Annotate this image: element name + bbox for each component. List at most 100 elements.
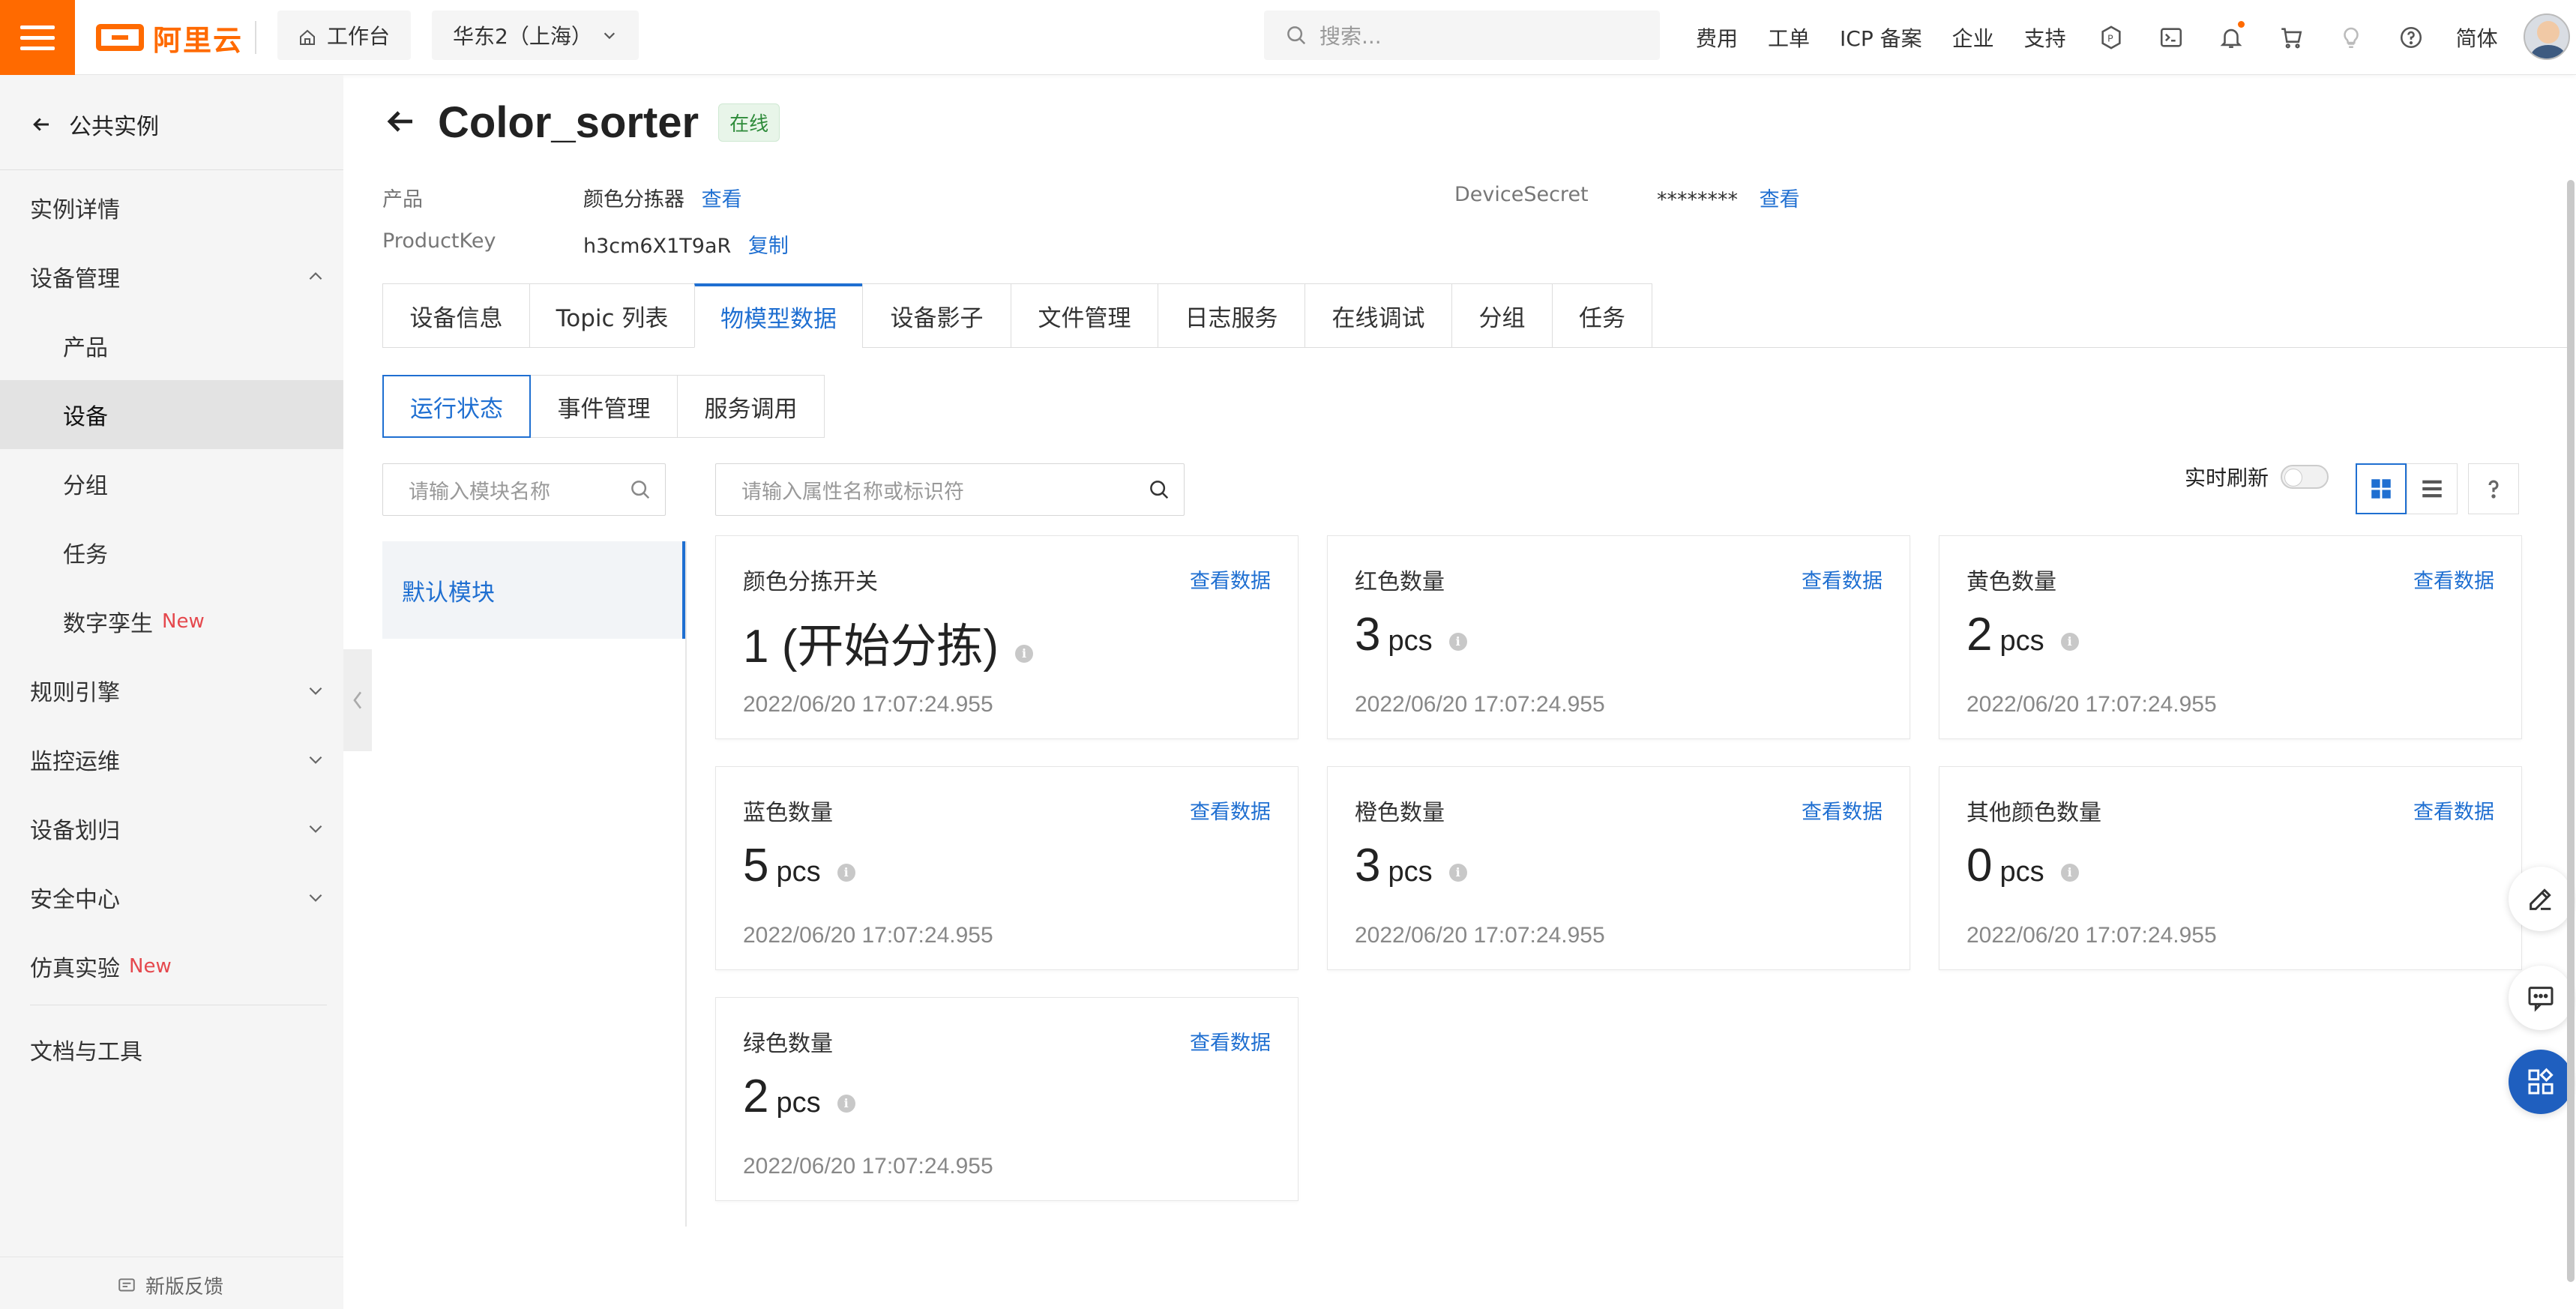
help-button[interactable] <box>2468 463 2519 514</box>
property-timestamp: 2022/06/20 17:07:24.955 <box>743 692 993 717</box>
chevron-down-icon <box>309 894 322 902</box>
page-header: Color_sorter 在线 <box>382 97 780 148</box>
cart-icon[interactable] <box>2276 22 2306 52</box>
sidebar-item-device-management[interactable]: 设备管理 <box>0 242 343 311</box>
productkey-label: ProductKey <box>382 229 496 253</box>
property-name: 蓝色数量 <box>743 800 833 826</box>
property-value: 0 pcs i <box>1966 839 2079 892</box>
tab-task[interactable]: 任务 <box>1552 283 1652 348</box>
page-scrollbar[interactable] <box>2567 180 2575 1282</box>
search-input[interactable]: 搜索... <box>1264 10 1660 60</box>
sidebar-item-label: 设备 <box>63 404 108 430</box>
sidebar-item-rule-engine[interactable]: 规则引擎 <box>0 656 343 725</box>
sidebar-item-task[interactable]: 任务 <box>0 518 343 587</box>
edit-float-button[interactable] <box>2509 867 2573 931</box>
svg-text:P: P <box>2107 34 2113 45</box>
product-view-link[interactable]: 查看 <box>702 188 742 211</box>
sidebar-item-security-center[interactable]: 安全中心 <box>0 863 343 932</box>
info-icon[interactable]: i <box>1448 632 1467 651</box>
product-value: 颜色分拣器 查看 <box>583 183 742 212</box>
menu-icon[interactable] <box>0 0 75 75</box>
sidebar-item-simulation[interactable]: 仿真实验 New <box>0 932 343 1001</box>
meta-value: 颜色分拣器 <box>583 188 684 211</box>
list-view-button[interactable] <box>2407 463 2458 514</box>
chevron-up-icon <box>309 272 322 280</box>
top-nav: 费用 工单 ICP 备案 企业 支持 P 简体 <box>1696 0 2498 75</box>
nav-support[interactable]: 支持 <box>2024 22 2066 52</box>
realtime-toggle[interactable] <box>2281 465 2329 489</box>
avatar[interactable] <box>2524 13 2570 60</box>
property-card: 其他颜色数量 查看数据 0 pcs i 2022/06/20 17:07:24.… <box>1939 766 2522 970</box>
tab-online-debug[interactable]: 在线调试 <box>1304 283 1451 348</box>
sidebar-item-digital-twin[interactable]: 数字孪生 New <box>0 587 343 656</box>
tab-device-shadow[interactable]: 设备影子 <box>862 283 1011 348</box>
property-unit: pcs <box>1388 625 1433 657</box>
info-icon[interactable]: i <box>837 1094 855 1113</box>
property-search-input[interactable]: 请输入属性名称或标识符 <box>715 463 1185 516</box>
lightbulb-icon[interactable] <box>2336 22 2366 52</box>
sidebar-item-monitoring[interactable]: 监控运维 <box>0 725 343 794</box>
subtab-running-status[interactable]: 运行状态 <box>382 375 531 438</box>
view-data-link[interactable]: 查看数据 <box>1802 565 1883 594</box>
view-data-link[interactable]: 查看数据 <box>1190 795 1271 825</box>
chat-float-button[interactable] <box>2509 966 2573 1030</box>
tab-group[interactable]: 分组 <box>1451 283 1552 348</box>
feedback-link[interactable]: 新版反馈 <box>117 1272 223 1299</box>
brand-logo[interactable]: 阿里云 <box>96 16 243 58</box>
sidebar-item-device-assignment[interactable]: 设备划归 <box>0 794 343 863</box>
property-unit: pcs <box>1999 625 2044 657</box>
view-data-link[interactable]: 查看数据 <box>2413 565 2494 594</box>
sidebar-item-docs-tools[interactable]: 文档与工具 <box>0 1015 343 1084</box>
sidebar-item-instance-detail[interactable]: 实例详情 <box>0 173 343 242</box>
apps-float-button[interactable] <box>2509 1050 2573 1114</box>
language-switch[interactable]: 简体 <box>2456 22 2498 52</box>
sidebar-item-group[interactable]: 分组 <box>0 449 343 518</box>
sidebar-item-product[interactable]: 产品 <box>0 311 343 380</box>
nav-enterprise[interactable]: 企业 <box>1952 22 1994 52</box>
subtab-service-call[interactable]: 服务调用 <box>678 375 825 438</box>
tab-file-management[interactable]: 文件管理 <box>1011 283 1158 348</box>
nav-tickets[interactable]: 工单 <box>1768 22 1810 52</box>
tab-thing-model-data[interactable]: 物模型数据 <box>694 283 862 348</box>
info-icon[interactable]: i <box>2060 863 2079 882</box>
top-bar: 阿里云 工作台 华东2（上海） 搜索... 费用 工单 ICP 备案 企业 支持… <box>0 0 2576 75</box>
workbench-button[interactable]: 工作台 <box>277 10 411 60</box>
sidebar-item-label: 仿真实验 <box>30 956 120 982</box>
module-item-default[interactable]: 默认模块 <box>382 541 685 639</box>
card-view-button[interactable] <box>2356 463 2407 514</box>
property-value: 3 pcs i <box>1355 608 1467 661</box>
view-data-link[interactable]: 查看数据 <box>1190 565 1271 594</box>
nav-fees[interactable]: 费用 <box>1696 22 1738 52</box>
secret-view-link[interactable]: 查看 <box>1760 188 1800 211</box>
copy-link[interactable]: 复制 <box>748 235 789 258</box>
tab-log-service[interactable]: 日志服务 <box>1158 283 1304 348</box>
help-icon[interactable] <box>2396 22 2426 52</box>
sidebar-item-label: 任务 <box>63 542 108 568</box>
view-data-link[interactable]: 查看数据 <box>1190 1026 1271 1056</box>
back-to-public-instance[interactable]: 公共实例 <box>30 108 159 141</box>
developer-icon[interactable]: P <box>2096 22 2126 52</box>
info-icon[interactable]: i <box>1448 863 1467 882</box>
module-search-input[interactable]: 请输入模块名称 <box>382 463 666 516</box>
view-data-link[interactable]: 查看数据 <box>2413 795 2494 825</box>
info-icon[interactable]: i <box>2060 632 2079 651</box>
tab-device-info[interactable]: 设备信息 <box>382 283 529 348</box>
sidebar-item-label: 设备管理 <box>30 266 120 292</box>
property-card: 黄色数量 查看数据 2 pcs i 2022/06/20 17:07:24.95… <box>1939 535 2522 739</box>
new-badge: New <box>129 955 172 978</box>
sidebar-item-device[interactable]: 设备 <box>0 380 343 449</box>
tab-topic-list[interactable]: Topic 列表 <box>529 283 694 348</box>
bell-icon[interactable] <box>2216 21 2246 52</box>
terminal-icon[interactable] <box>2156 22 2186 52</box>
info-icon[interactable]: i <box>837 863 855 882</box>
view-data-link[interactable]: 查看数据 <box>1802 795 1883 825</box>
property-name: 颜色分拣开关 <box>743 569 878 595</box>
info-icon[interactable]: i <box>1015 644 1034 663</box>
nav-icp[interactable]: ICP 备案 <box>1840 22 1922 52</box>
property-value: 2 pcs i <box>743 1070 855 1123</box>
region-label: 华东2（上海） <box>453 24 592 49</box>
back-arrow-icon[interactable] <box>382 103 418 142</box>
region-select[interactable]: 华东2（上海） <box>432 10 639 60</box>
module-list: 默认模块 <box>382 541 687 1227</box>
subtab-event-management[interactable]: 事件管理 <box>531 375 678 438</box>
